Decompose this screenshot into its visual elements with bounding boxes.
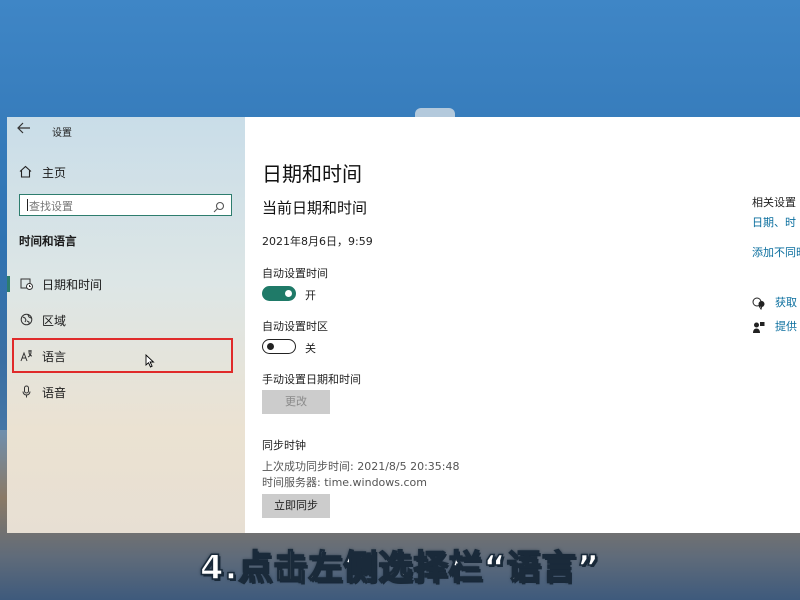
get-help-label: 获取 bbox=[775, 296, 797, 309]
back-arrow-icon[interactable] bbox=[17, 122, 33, 136]
get-help-link[interactable]: 获取 bbox=[752, 294, 797, 311]
sidebar-item-label: 语音 bbox=[42, 385, 67, 400]
time-server-text: 时间服务器: time.windows.com bbox=[262, 476, 428, 489]
page-title: 日期和时间 bbox=[262, 162, 362, 186]
auto-zone-label: 自动设置时区 bbox=[262, 320, 328, 333]
auto-zone-state: 关 bbox=[305, 342, 316, 355]
main-content: 日期和时间 当前日期和时间 2021年8月6日，9:59 自动设置时间 开 自动… bbox=[245, 117, 800, 533]
globe-icon bbox=[19, 313, 33, 327]
auto-time-toggle[interactable] bbox=[262, 286, 296, 301]
section-title: 时间和语言 bbox=[19, 234, 77, 248]
auto-time-state: 开 bbox=[305, 289, 316, 302]
video-caption: 4.点击左侧选择栏“语言” bbox=[199, 547, 601, 589]
help-chat-icon bbox=[752, 295, 766, 311]
related-link-add-clocks[interactable]: 添加不同时 bbox=[752, 244, 800, 260]
auto-time-label: 自动设置时间 bbox=[262, 267, 328, 280]
app-title: 设置 bbox=[52, 128, 72, 139]
highlight-box bbox=[12, 338, 233, 373]
toggle-knob bbox=[267, 342, 274, 350]
sidebar-item-label: 区域 bbox=[42, 313, 67, 328]
calendar-clock-icon bbox=[19, 277, 33, 291]
search-placeholder: 查找设置 bbox=[29, 200, 73, 213]
feedback-icon bbox=[752, 319, 766, 333]
microphone-icon bbox=[19, 385, 33, 399]
search-icon[interactable] bbox=[213, 198, 225, 213]
feedback-link[interactable]: 提供 bbox=[752, 318, 797, 334]
toggle-knob bbox=[285, 290, 292, 297]
change-button[interactable]: 更改 bbox=[262, 390, 330, 414]
current-datetime-heading: 当前日期和时间 bbox=[262, 199, 368, 217]
sidebar: 设置 主页 查找设置 时间和语言 日期和时间 区域 语言 语音 bbox=[7, 117, 245, 533]
current-datetime: 2021年8月6日，9:59 bbox=[262, 235, 373, 248]
search-input[interactable]: 查找设置 bbox=[19, 194, 232, 216]
sidebar-item-date-time[interactable]: 日期和时间 bbox=[7, 269, 245, 299]
sidebar-item-label: 日期和时间 bbox=[42, 277, 103, 292]
related-link-date-time[interactable]: 日期、时 bbox=[752, 214, 796, 230]
auto-zone-toggle[interactable] bbox=[262, 339, 296, 354]
last-sync-text: 上次成功同步时间: 2021/8/5 20:35:48 bbox=[262, 460, 460, 473]
mouse-cursor-icon bbox=[145, 353, 155, 368]
sync-now-button[interactable]: 立即同步 bbox=[262, 494, 330, 518]
manual-time-label: 手动设置日期和时间 bbox=[262, 373, 361, 386]
related-settings-title: 相关设置 bbox=[752, 196, 796, 209]
settings-window: 设置 主页 查找设置 时间和语言 日期和时间 区域 语言 语音 日期和时间 当前… bbox=[7, 117, 800, 533]
home-nav-item[interactable]: 主页 bbox=[19, 163, 66, 181]
home-label: 主页 bbox=[42, 165, 67, 180]
sidebar-item-speech[interactable]: 语音 bbox=[7, 377, 245, 407]
feedback-label: 提供 bbox=[775, 320, 797, 333]
sidebar-item-region[interactable]: 区域 bbox=[7, 305, 245, 335]
home-icon bbox=[19, 165, 33, 179]
title-bar: 设置 bbox=[7, 117, 245, 143]
text-caret bbox=[27, 199, 28, 211]
sync-heading: 同步时钟 bbox=[262, 439, 306, 452]
